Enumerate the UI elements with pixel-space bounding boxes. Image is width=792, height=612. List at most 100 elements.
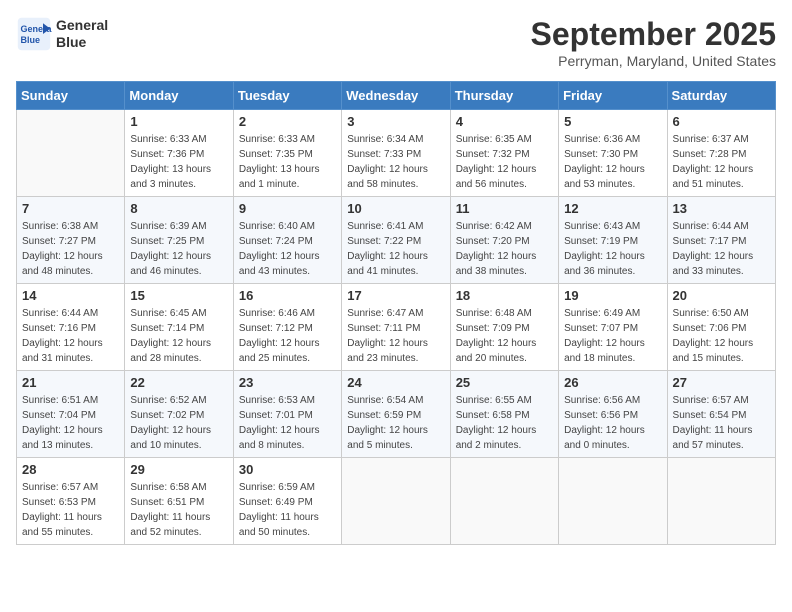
calendar-day-cell: 13 Sunrise: 6:44 AMSunset: 7:17 PMDayligh… <box>667 197 775 284</box>
calendar-day-cell: 27 Sunrise: 6:57 AMSunset: 6:54 PMDayligh… <box>667 371 775 458</box>
day-info: Sunrise: 6:45 AMSunset: 7:14 PMDaylight:… <box>130 306 227 366</box>
calendar-table: SundayMondayTuesdayWednesdayThursdayFrid… <box>16 81 776 545</box>
calendar-day-cell: 18 Sunrise: 6:48 AMSunset: 7:09 PMDayligh… <box>450 284 558 371</box>
day-info: Sunrise: 6:53 AMSunset: 7:01 PMDaylight:… <box>239 393 336 453</box>
day-info: Sunrise: 6:58 AMSunset: 6:51 PMDaylight:… <box>130 480 227 540</box>
day-info: Sunrise: 6:33 AMSunset: 7:36 PMDaylight:… <box>130 132 227 192</box>
day-number: 16 <box>239 288 336 303</box>
calendar-day-cell: 11Sunrise: 6:42 AMSunset: 7:20 PMDayligh… <box>450 197 558 284</box>
svg-text:Blue: Blue <box>21 35 41 45</box>
day-number: 1 <box>130 114 227 129</box>
calendar-day-cell: 25Sunrise: 6:55 AMSunset: 6:58 PMDayligh… <box>450 371 558 458</box>
day-info: Sunrise: 6:51 AMSunset: 7:04 PMDaylight:… <box>22 393 119 453</box>
calendar-week-row: 1 Sunrise: 6:33 AMSunset: 7:36 PMDaylight… <box>17 110 776 197</box>
day-number: 7 <box>22 201 119 216</box>
calendar-day-cell: 20 Sunrise: 6:50 AMSunset: 7:06 PMDayligh… <box>667 284 775 371</box>
calendar-day-header: Friday <box>559 82 667 110</box>
calendar-day-cell <box>17 110 125 197</box>
day-number: 14 <box>22 288 119 303</box>
day-info: Sunrise: 6:48 AMSunset: 7:09 PMDaylight:… <box>456 306 553 366</box>
day-info: Sunrise: 6:49 AMSunset: 7:07 PMDaylight:… <box>564 306 661 366</box>
calendar-day-cell: 10Sunrise: 6:41 AMSunset: 7:22 PMDayligh… <box>342 197 450 284</box>
day-number: 6 <box>673 114 770 129</box>
day-info: Sunrise: 6:50 AMSunset: 7:06 PMDaylight:… <box>673 306 770 366</box>
day-info: Sunrise: 6:57 AMSunset: 6:54 PMDaylight:… <box>673 393 770 453</box>
day-info: Sunrise: 6:38 AMSunset: 7:27 PMDaylight:… <box>22 219 119 279</box>
day-number: 12 <box>564 201 661 216</box>
calendar-day-cell: 17 Sunrise: 6:47 AMSunset: 7:11 PMDayligh… <box>342 284 450 371</box>
calendar-day-cell: 9 Sunrise: 6:40 AMSunset: 7:24 PMDaylight… <box>233 197 341 284</box>
day-info: Sunrise: 6:37 AMSunset: 7:28 PMDaylight:… <box>673 132 770 192</box>
day-number: 24 <box>347 375 444 390</box>
calendar-day-cell: 6 Sunrise: 6:37 AMSunset: 7:28 PMDaylight… <box>667 110 775 197</box>
day-info: Sunrise: 6:46 AMSunset: 7:12 PMDaylight:… <box>239 306 336 366</box>
day-info: Sunrise: 6:34 AMSunset: 7:33 PMDaylight:… <box>347 132 444 192</box>
day-number: 13 <box>673 201 770 216</box>
logo: General Blue General Blue <box>16 16 108 52</box>
calendar-day-cell: 19 Sunrise: 6:49 AMSunset: 7:07 PMDayligh… <box>559 284 667 371</box>
calendar-day-cell: 16 Sunrise: 6:46 AMSunset: 7:12 PMDayligh… <box>233 284 341 371</box>
day-number: 23 <box>239 375 336 390</box>
calendar-day-cell: 22 Sunrise: 6:52 AMSunset: 7:02 PMDayligh… <box>125 371 233 458</box>
day-info: Sunrise: 6:44 AMSunset: 7:16 PMDaylight:… <box>22 306 119 366</box>
calendar-day-cell: 3 Sunrise: 6:34 AMSunset: 7:33 PMDaylight… <box>342 110 450 197</box>
calendar-day-cell: 1 Sunrise: 6:33 AMSunset: 7:36 PMDaylight… <box>125 110 233 197</box>
page-header: General Blue General Blue September 2025… <box>16 16 776 69</box>
calendar-day-header: Saturday <box>667 82 775 110</box>
calendar-day-cell: 5Sunrise: 6:36 AMSunset: 7:30 PMDaylight… <box>559 110 667 197</box>
day-number: 15 <box>130 288 227 303</box>
calendar-day-cell: 24 Sunrise: 6:54 AMSunset: 6:59 PMDayligh… <box>342 371 450 458</box>
calendar-week-row: 7 Sunrise: 6:38 AMSunset: 7:27 PMDaylight… <box>17 197 776 284</box>
day-info: Sunrise: 6:59 AMSunset: 6:49 PMDaylight:… <box>239 480 336 540</box>
day-number: 30 <box>239 462 336 477</box>
day-number: 21 <box>22 375 119 390</box>
calendar-day-cell: 7 Sunrise: 6:38 AMSunset: 7:27 PMDaylight… <box>17 197 125 284</box>
day-info: Sunrise: 6:43 AMSunset: 7:19 PMDaylight:… <box>564 219 661 279</box>
day-info: Sunrise: 6:47 AMSunset: 7:11 PMDaylight:… <box>347 306 444 366</box>
logo-icon: General Blue <box>16 16 52 52</box>
calendar-day-cell: 8 Sunrise: 6:39 AMSunset: 7:25 PMDaylight… <box>125 197 233 284</box>
location: Perryman, Maryland, United States <box>531 53 776 69</box>
day-number: 17 <box>347 288 444 303</box>
calendar-day-header: Sunday <box>17 82 125 110</box>
calendar-day-cell <box>450 458 558 545</box>
day-number: 29 <box>130 462 227 477</box>
calendar-day-cell: 14 Sunrise: 6:44 AMSunset: 7:16 PMDayligh… <box>17 284 125 371</box>
day-number: 8 <box>130 201 227 216</box>
day-info: Sunrise: 6:41 AMSunset: 7:22 PMDaylight:… <box>347 219 444 279</box>
day-info: Sunrise: 6:33 AMSunset: 7:35 PMDaylight:… <box>239 132 336 192</box>
day-number: 22 <box>130 375 227 390</box>
calendar-day-header: Wednesday <box>342 82 450 110</box>
logo-text: General Blue <box>56 17 108 51</box>
day-info: Sunrise: 6:39 AMSunset: 7:25 PMDaylight:… <box>130 219 227 279</box>
calendar-day-cell: 26Sunrise: 6:56 AMSunset: 6:56 PMDayligh… <box>559 371 667 458</box>
day-number: 18 <box>456 288 553 303</box>
calendar-day-cell: 4Sunrise: 6:35 AMSunset: 7:32 PMDaylight… <box>450 110 558 197</box>
day-number: 9 <box>239 201 336 216</box>
day-info: Sunrise: 6:42 AMSunset: 7:20 PMDaylight:… <box>456 219 553 279</box>
calendar-week-row: 14 Sunrise: 6:44 AMSunset: 7:16 PMDayligh… <box>17 284 776 371</box>
calendar-day-header: Monday <box>125 82 233 110</box>
calendar-day-header: Tuesday <box>233 82 341 110</box>
day-number: 19 <box>564 288 661 303</box>
calendar-day-cell <box>559 458 667 545</box>
calendar-week-row: 21 Sunrise: 6:51 AMSunset: 7:04 PMDayligh… <box>17 371 776 458</box>
calendar-header-row: SundayMondayTuesdayWednesdayThursdayFrid… <box>17 82 776 110</box>
day-info: Sunrise: 6:36 AMSunset: 7:30 PMDaylight:… <box>564 132 661 192</box>
day-number: 20 <box>673 288 770 303</box>
month-title: September 2025 <box>531 16 776 53</box>
day-number: 28 <box>22 462 119 477</box>
day-info: Sunrise: 6:54 AMSunset: 6:59 PMDaylight:… <box>347 393 444 453</box>
day-info: Sunrise: 6:40 AMSunset: 7:24 PMDaylight:… <box>239 219 336 279</box>
calendar-day-cell: 12 Sunrise: 6:43 AMSunset: 7:19 PMDayligh… <box>559 197 667 284</box>
day-info: Sunrise: 6:52 AMSunset: 7:02 PMDaylight:… <box>130 393 227 453</box>
title-block: September 2025 Perryman, Maryland, Unite… <box>531 16 776 69</box>
day-number: 3 <box>347 114 444 129</box>
calendar-day-cell: 28Sunrise: 6:57 AMSunset: 6:53 PMDayligh… <box>17 458 125 545</box>
calendar-day-cell: 30 Sunrise: 6:59 AMSunset: 6:49 PMDayligh… <box>233 458 341 545</box>
calendar-day-cell <box>667 458 775 545</box>
day-number: 27 <box>673 375 770 390</box>
calendar-day-header: Thursday <box>450 82 558 110</box>
day-info: Sunrise: 6:44 AMSunset: 7:17 PMDaylight:… <box>673 219 770 279</box>
day-info: Sunrise: 6:55 AMSunset: 6:58 PMDaylight:… <box>456 393 553 453</box>
